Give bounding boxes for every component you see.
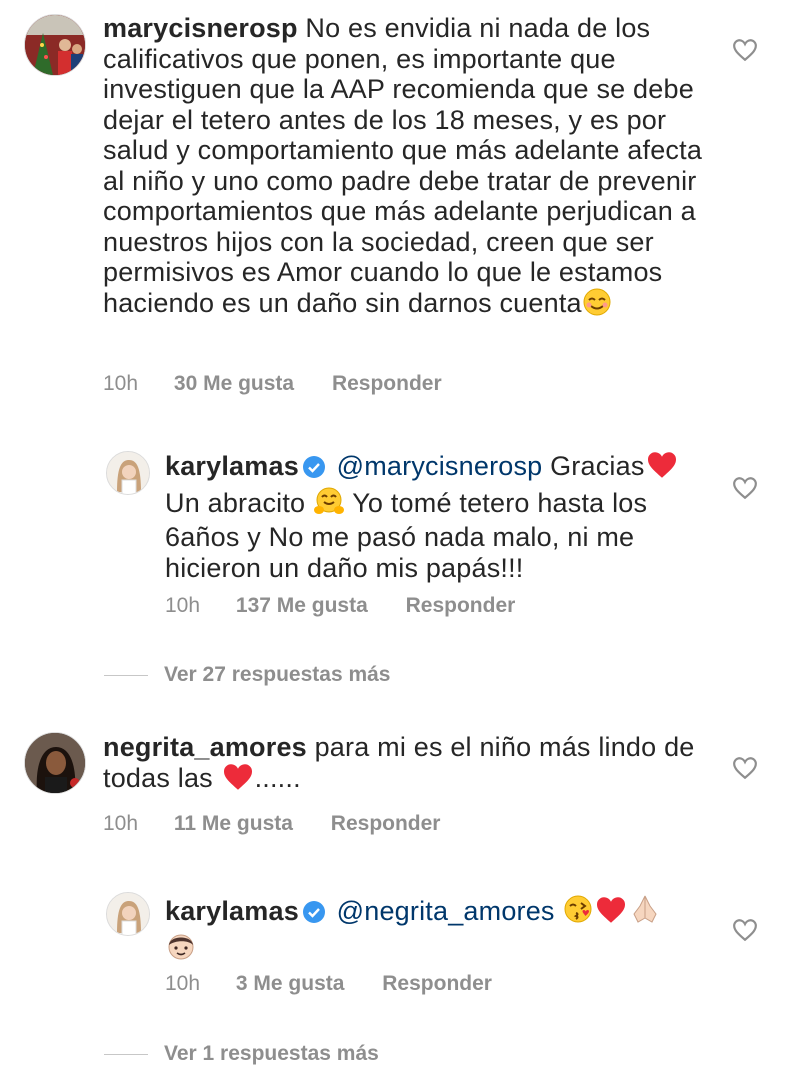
reply-likes[interactable]: 137 Me gusta bbox=[236, 594, 368, 617]
reply-button[interactable]: Responder bbox=[406, 594, 516, 617]
hugging-face-emoji bbox=[313, 486, 345, 523]
avatar[interactable] bbox=[24, 732, 86, 794]
avatar-photo bbox=[107, 893, 149, 935]
reply-body: karylamas @marycisnerosp Gracias Un abra… bbox=[165, 451, 705, 583]
avatar-photo bbox=[25, 733, 85, 793]
view-more-label: Ver 27 respuestas más bbox=[164, 663, 391, 686]
avatar-photo bbox=[25, 15, 85, 75]
avatar[interactable] bbox=[24, 14, 86, 76]
red-heart-emoji bbox=[645, 451, 679, 486]
reply-meta: 10h 3 Me gusta Responder bbox=[165, 972, 492, 996]
boy-face-emoji bbox=[165, 931, 197, 968]
verified-badge-icon bbox=[302, 456, 325, 478]
reply-text: Un abracito bbox=[165, 487, 306, 518]
comment-meta: 10h 11 Me gusta Responder bbox=[103, 812, 440, 836]
reply-time[interactable]: 10h bbox=[165, 972, 200, 995]
reply-text: Gracias bbox=[550, 451, 645, 481]
divider-line bbox=[104, 1053, 148, 1055]
heart-outline-icon[interactable] bbox=[732, 918, 758, 942]
heart-outline-icon[interactable] bbox=[732, 756, 758, 780]
comment-likes[interactable]: 30 Me gusta bbox=[174, 372, 294, 395]
avatar-photo bbox=[107, 452, 149, 494]
view-more-replies-button[interactable]: Ver 1 respuestas más bbox=[104, 1042, 379, 1066]
red-heart-emoji bbox=[594, 896, 628, 931]
heart-outline-icon[interactable] bbox=[732, 38, 758, 62]
reply-button[interactable]: Responder bbox=[332, 372, 442, 395]
kissing-face-emoji bbox=[562, 894, 594, 931]
reply-username[interactable]: karylamas bbox=[165, 896, 299, 926]
comment-body: marycisnerosp No es envidia ni nada de l… bbox=[103, 13, 723, 322]
view-more-label: Ver 1 respuestas más bbox=[164, 1042, 379, 1065]
comment-username[interactable]: negrita_amores bbox=[103, 732, 307, 762]
reply-time[interactable]: 10h bbox=[165, 594, 200, 617]
reply-mention[interactable]: @negrita_amores bbox=[337, 896, 555, 926]
comment-time[interactable]: 10h bbox=[103, 372, 138, 395]
folded-hands-emoji bbox=[628, 892, 662, 931]
reply-likes[interactable]: 3 Me gusta bbox=[236, 972, 345, 995]
reply-username[interactable]: karylamas bbox=[165, 451, 299, 481]
divider-line bbox=[104, 674, 148, 676]
comment-text: No es envidia ni nada de los calificativ… bbox=[103, 13, 703, 318]
reply-mention[interactable]: @marycisnerosp bbox=[337, 451, 543, 481]
smiling-face-emoji bbox=[582, 288, 612, 323]
reply-body: karylamas @negrita_amores bbox=[165, 892, 705, 967]
comment-time[interactable]: 10h bbox=[103, 812, 138, 835]
reply-button[interactable]: Responder bbox=[382, 972, 492, 995]
comment-likes[interactable]: 11 Me gusta bbox=[174, 812, 293, 835]
comment-meta: 10h 30 Me gusta Responder bbox=[103, 372, 442, 396]
verified-badge-icon bbox=[302, 901, 325, 923]
reply-button[interactable]: Responder bbox=[331, 812, 441, 835]
comment-text: ...... bbox=[254, 762, 301, 793]
avatar[interactable] bbox=[106, 892, 150, 936]
comment-body: negrita_amores para mi es el niño más li… bbox=[103, 732, 723, 797]
comment-username[interactable]: marycisnerosp bbox=[103, 13, 298, 43]
view-more-replies-button[interactable]: Ver 27 respuestas más bbox=[104, 663, 391, 687]
heart-outline-icon[interactable] bbox=[732, 476, 758, 500]
red-heart-emoji bbox=[221, 763, 255, 798]
reply-meta: 10h 137 Me gusta Responder bbox=[165, 594, 515, 618]
avatar[interactable] bbox=[106, 451, 150, 495]
